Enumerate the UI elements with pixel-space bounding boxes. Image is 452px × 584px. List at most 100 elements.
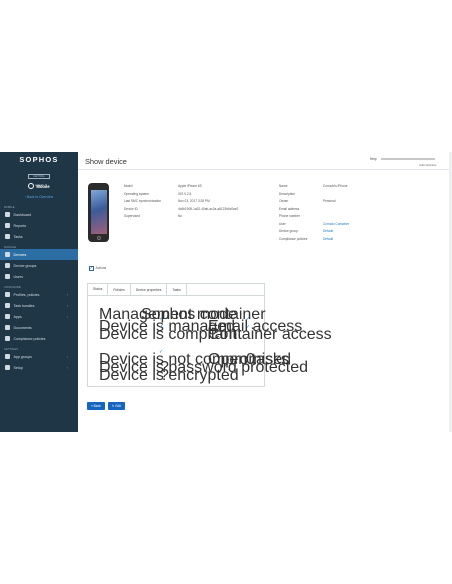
sidebar-item-apps[interactable]: Apps › bbox=[0, 311, 78, 322]
property-value: Apple iPhone 6S bbox=[178, 184, 202, 188]
dashboard-icon bbox=[5, 212, 10, 217]
phone-screen bbox=[90, 190, 107, 234]
back-button-label: Back bbox=[93, 404, 101, 408]
sidebar-item-label: Profiles, policies bbox=[13, 292, 40, 297]
check-icon: ✓ bbox=[159, 324, 164, 330]
property-row: Device group Default bbox=[279, 229, 349, 237]
property-row: Device ID 4c6b1908-1a32-40ab-ac2a-a6123b6… bbox=[124, 207, 238, 215]
reports-icon bbox=[5, 223, 10, 228]
brand: SOPHOS CENTRAL Admin bbox=[0, 152, 78, 187]
tab-policies[interactable]: Policies bbox=[108, 284, 131, 295]
open-tasks-value: 0 bbox=[246, 351, 255, 368]
sidebar-item-label: Compliance policies bbox=[13, 336, 46, 341]
bundle-icon bbox=[5, 303, 10, 308]
property-key: Supervised bbox=[124, 214, 140, 218]
sidebar-item-label: App groups bbox=[13, 354, 32, 359]
sidebar-section-title: CONFIGURE bbox=[4, 285, 21, 289]
shield-icon bbox=[5, 292, 10, 297]
property-value: Corrado's iPhone bbox=[323, 184, 348, 188]
sidebar-item-label: Setup bbox=[13, 365, 23, 370]
sophos-logo: SOPHOS bbox=[19, 155, 59, 164]
sidebar-section-title: SETTINGS bbox=[4, 347, 18, 351]
property-key: Name bbox=[279, 184, 288, 188]
sidebar-item-label: Users bbox=[13, 274, 23, 279]
property-row: Compliance policies Default bbox=[279, 237, 349, 245]
check-icon: ✓ bbox=[246, 316, 251, 322]
sidebar-item-setup[interactable]: Setup › bbox=[0, 362, 78, 373]
tab-tasks[interactable]: Tasks bbox=[167, 284, 187, 295]
sidebar-item-label: Dashboard bbox=[13, 212, 32, 217]
gear-icon bbox=[5, 365, 10, 370]
tasks-icon bbox=[5, 234, 10, 239]
property-value[interactable]: Corrado Container bbox=[323, 222, 349, 230]
back-label: Back to Overview bbox=[26, 195, 54, 199]
footer-buttons: « Back ✎ Edit bbox=[87, 402, 125, 410]
brand-tagline: CENTRAL bbox=[28, 174, 50, 179]
chevron-right-icon: › bbox=[66, 303, 68, 308]
sidebar-item-label: Tasks bbox=[13, 234, 23, 239]
mobile-icon bbox=[28, 183, 35, 189]
chevron-right-icon: › bbox=[66, 354, 68, 359]
property-value[interactable]: Default bbox=[323, 229, 333, 237]
sidebar-item-documents[interactable]: Documents bbox=[0, 322, 78, 333]
sidebar-item-reports[interactable]: Reports bbox=[0, 220, 78, 231]
edit-button-label: Edit bbox=[115, 404, 121, 408]
property-value: No bbox=[178, 214, 183, 218]
sidebar-item-label: Reports bbox=[13, 223, 27, 228]
sidebar-item-label: Task bundles bbox=[13, 303, 35, 308]
sidebar-item-compliance-policies[interactable]: Compliance policies bbox=[0, 333, 78, 344]
user-role: Administrator bbox=[419, 162, 437, 167]
sidebar-item-dashboard[interactable]: Dashboard bbox=[0, 209, 78, 220]
property-key: Owner bbox=[279, 199, 289, 203]
sidebar-item-label: Devices bbox=[13, 252, 27, 257]
back-button[interactable]: « Back bbox=[87, 402, 105, 410]
tab-device-properties[interactable]: Device properties bbox=[131, 284, 168, 295]
sidebar-item-users[interactable]: Users bbox=[0, 271, 78, 282]
sidebar-item-label: Documents bbox=[13, 325, 32, 330]
document-icon bbox=[5, 325, 10, 330]
device-properties-right: Name Corrado's iPhone Description Owner Pers… bbox=[279, 184, 349, 244]
sidebar-item-devices[interactable]: Devices bbox=[0, 249, 78, 260]
property-value: Nov 03, 2017 3:28 PM bbox=[178, 199, 210, 203]
property-key: Phone number bbox=[279, 214, 300, 218]
help-link[interactable]: Help bbox=[370, 157, 377, 161]
property-key: Operating system bbox=[124, 191, 149, 196]
sidebar-section-title: MANAGE bbox=[4, 245, 17, 249]
property-value: iOS 9.2.5 bbox=[178, 191, 192, 196]
property-row: Last SMC synchronization Nov 03, 2017 3:2… bbox=[124, 199, 238, 207]
sidebar-item-label: Device groups bbox=[13, 263, 37, 268]
sidebar-item-tasks[interactable]: Tasks bbox=[0, 231, 78, 242]
sidebar-section-title: MOBILE bbox=[4, 205, 15, 209]
property-key: Last SMC synchronization bbox=[124, 199, 162, 203]
chevron-right-icon: › bbox=[66, 292, 68, 297]
property-row: User Corrado Container bbox=[279, 222, 349, 230]
actions-toggle[interactable]: ✓ Actions bbox=[89, 266, 106, 271]
property-key: Model bbox=[124, 184, 133, 188]
sidebar-item-device-groups[interactable]: Device groups bbox=[0, 260, 78, 271]
checkbox-icon: ✓ bbox=[89, 266, 94, 271]
property-row: Phone number bbox=[279, 214, 349, 222]
check-icon: ✓ bbox=[159, 316, 164, 322]
property-row: Supervised No bbox=[124, 214, 238, 222]
property-row: Description bbox=[279, 192, 349, 200]
property-value[interactable]: Default bbox=[323, 237, 333, 245]
property-row: Name Corrado's iPhone bbox=[279, 184, 349, 192]
tab-status[interactable]: Status bbox=[88, 284, 109, 295]
edit-button[interactable]: ✎ Edit bbox=[107, 402, 125, 410]
module-label: Mobile bbox=[36, 183, 50, 189]
sidebar-item-task-bundles[interactable]: Task bundles › bbox=[0, 300, 78, 311]
chevron-right-icon: › bbox=[66, 314, 68, 319]
page-title: Show device bbox=[85, 157, 127, 166]
property-key: Device ID bbox=[124, 206, 138, 211]
unknown-marker: ? bbox=[160, 367, 169, 384]
sidebar-item-app-groups[interactable]: App groups › bbox=[0, 351, 78, 362]
user-name-redacted[interactable] bbox=[381, 157, 435, 160]
property-key: User bbox=[279, 221, 286, 226]
iphone-image bbox=[88, 183, 109, 242]
sidebar-nav: MOBILE Dashboard Reports Tasks MANAGE Devices… bbox=[0, 202, 78, 373]
device-group-icon bbox=[5, 263, 10, 268]
back-to-overview-link[interactable]: ‹ Back to Overview bbox=[0, 192, 78, 202]
status-panel: Status Policies Device properties Tasks Man… bbox=[87, 283, 332, 387]
sidebar-item-profiles-policies[interactable]: Profiles, policies › bbox=[0, 289, 78, 300]
actions-label: Actions bbox=[95, 266, 107, 271]
